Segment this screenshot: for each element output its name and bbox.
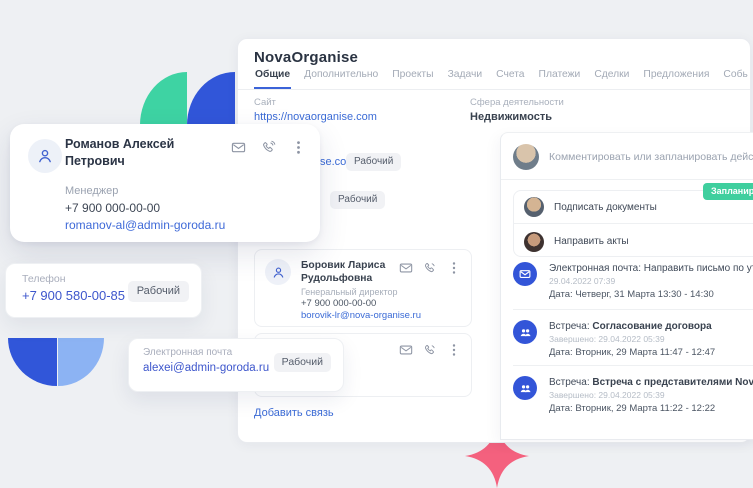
avatar	[524, 197, 544, 217]
scheduled-tasks-box: Подписать документы Направить акты	[513, 190, 753, 257]
window-title: NovaOrganise	[254, 49, 358, 66]
teal-quarter-shape	[140, 72, 187, 125]
person-icon	[272, 266, 285, 279]
timeline-title: Встреча: Встреча с представителями NovaO…	[549, 377, 753, 388]
contact-email-link[interactable]: borovik-lr@nova-organise.ru	[301, 310, 421, 321]
field-sphere: Сфера деятельности Недвижимость	[470, 97, 564, 123]
tab-sdelki[interactable]: Сделки	[593, 69, 630, 89]
activity-panel: Комментировать или запланировать действи…	[500, 132, 753, 440]
task-label: Направить акты	[554, 236, 629, 247]
site-label: Сайт	[254, 97, 377, 108]
divider	[513, 309, 753, 310]
kebab-menu-icon[interactable]	[446, 260, 461, 275]
scheduled-badge: Запланировано	[703, 183, 753, 200]
phone-icon[interactable]	[261, 140, 276, 155]
person-phone: +7 900 000-00-00	[65, 201, 160, 215]
divider	[501, 179, 753, 180]
mail-icon[interactable]	[398, 260, 413, 275]
tabs-divider	[238, 89, 750, 90]
field-site: Сайт https://novaorganise.com	[254, 97, 377, 123]
contact-actions	[398, 342, 461, 357]
tab-zadachi[interactable]: Задачи	[447, 69, 484, 89]
site-link[interactable]: https://novaorganise.com	[254, 111, 377, 123]
darkblue-quarter-shape	[8, 338, 57, 386]
person-role: Менеджер	[65, 185, 118, 197]
tab-dopolnitelno[interactable]: Дополнительно	[303, 69, 379, 89]
phone-icon[interactable]	[422, 260, 437, 275]
tab-proekty[interactable]: Проекты	[391, 69, 434, 89]
lightblue-quarter-shape	[58, 338, 104, 386]
timeline-date: Дата: Четверг, 31 Марта 13:30 - 14:30	[549, 289, 714, 300]
tab-sobytiya[interactable]: События	[722, 69, 748, 89]
avatar	[513, 144, 539, 170]
contact-phone: +7 900 000-00-00	[301, 298, 376, 309]
avatar	[265, 259, 291, 285]
work-badge: Рабочий	[346, 153, 401, 171]
work-badge: Рабочий	[128, 281, 189, 302]
work-badge: Рабочий	[330, 191, 385, 209]
contact-role: Генеральный директор	[301, 287, 398, 297]
task-label: Подписать документы	[554, 202, 657, 213]
phone-label: Телефон	[22, 273, 66, 285]
timeline-meta: Завершено: 29.04.2022 05:39	[549, 334, 665, 344]
kebab-menu-icon[interactable]	[291, 140, 306, 155]
timeline-meta: Завершено: 29.04.2022 05:39	[549, 390, 665, 400]
tab-obshchie[interactable]: Общие	[254, 69, 291, 89]
tab-platezhi[interactable]: Платежи	[538, 69, 582, 89]
tab-scheta[interactable]: Счета	[495, 69, 525, 89]
contact-card-borovik[interactable]: Боровик Лариса Рудольфовна Генеральный д…	[254, 249, 472, 327]
email-field-card: Электронная почта alexei@admin-goroda.ru…	[128, 338, 344, 392]
timeline-title: Встреча: Согласование договора	[549, 321, 712, 332]
avatar	[28, 139, 62, 173]
add-relation-link[interactable]: Добавить связь	[254, 407, 334, 419]
blue-quarter-shape	[187, 72, 235, 125]
phone-icon[interactable]	[422, 342, 437, 357]
tab-predlozheniya[interactable]: Предложения	[642, 69, 710, 89]
phone-value-link[interactable]: +7 900 580-00-85	[22, 288, 125, 303]
sphere-value: Недвижимость	[470, 111, 564, 123]
person-actions	[231, 140, 306, 155]
task-send-acts[interactable]: Направить акты	[514, 225, 753, 258]
sphere-label: Сфера деятельности	[470, 97, 564, 108]
email-value-link[interactable]: alexei@admin-goroda.ru	[143, 362, 269, 374]
avatar	[524, 232, 544, 252]
timeline-date: Дата: Вторник, 29 Марта 11:22 - 12:22	[549, 403, 715, 414]
timeline-title: Электронная почта: Направить письмо по у…	[549, 263, 753, 274]
divider	[513, 365, 753, 366]
comment-composer[interactable]: Комментировать или запланировать действи…	[513, 144, 753, 170]
meeting-circle-icon	[513, 320, 537, 344]
timeline-meta: 29.04.2022 07:39	[549, 276, 615, 286]
phone-field-card: Телефон +7 900 580-00-85 Рабочий	[5, 263, 202, 318]
mail-icon[interactable]	[398, 342, 413, 357]
contact-actions	[398, 260, 461, 275]
kebab-menu-icon[interactable]	[446, 342, 461, 357]
person-icon	[37, 148, 53, 164]
contact-name: Боровик Лариса Рудольфовна	[301, 259, 401, 285]
email-label: Электронная почта	[143, 347, 232, 358]
person-name: Романов Алексей Петрович	[65, 136, 225, 170]
tab-bar: Общие Дополнительно Проекты Задачи Счета…	[254, 69, 748, 89]
timeline-date: Дата: Вторник, 29 Марта 11:47 - 12:47	[549, 347, 715, 358]
mail-circle-icon	[513, 262, 537, 286]
composer-placeholder: Комментировать или запланировать действи…	[549, 151, 753, 163]
work-badge: Рабочий	[274, 353, 331, 372]
mail-icon[interactable]	[231, 140, 246, 155]
person-card: Романов Алексей Петрович Менеджер +7 900…	[10, 124, 320, 242]
meeting-circle-icon	[513, 376, 537, 400]
person-email-link[interactable]: romanov-al@admin-goroda.ru	[65, 218, 225, 232]
